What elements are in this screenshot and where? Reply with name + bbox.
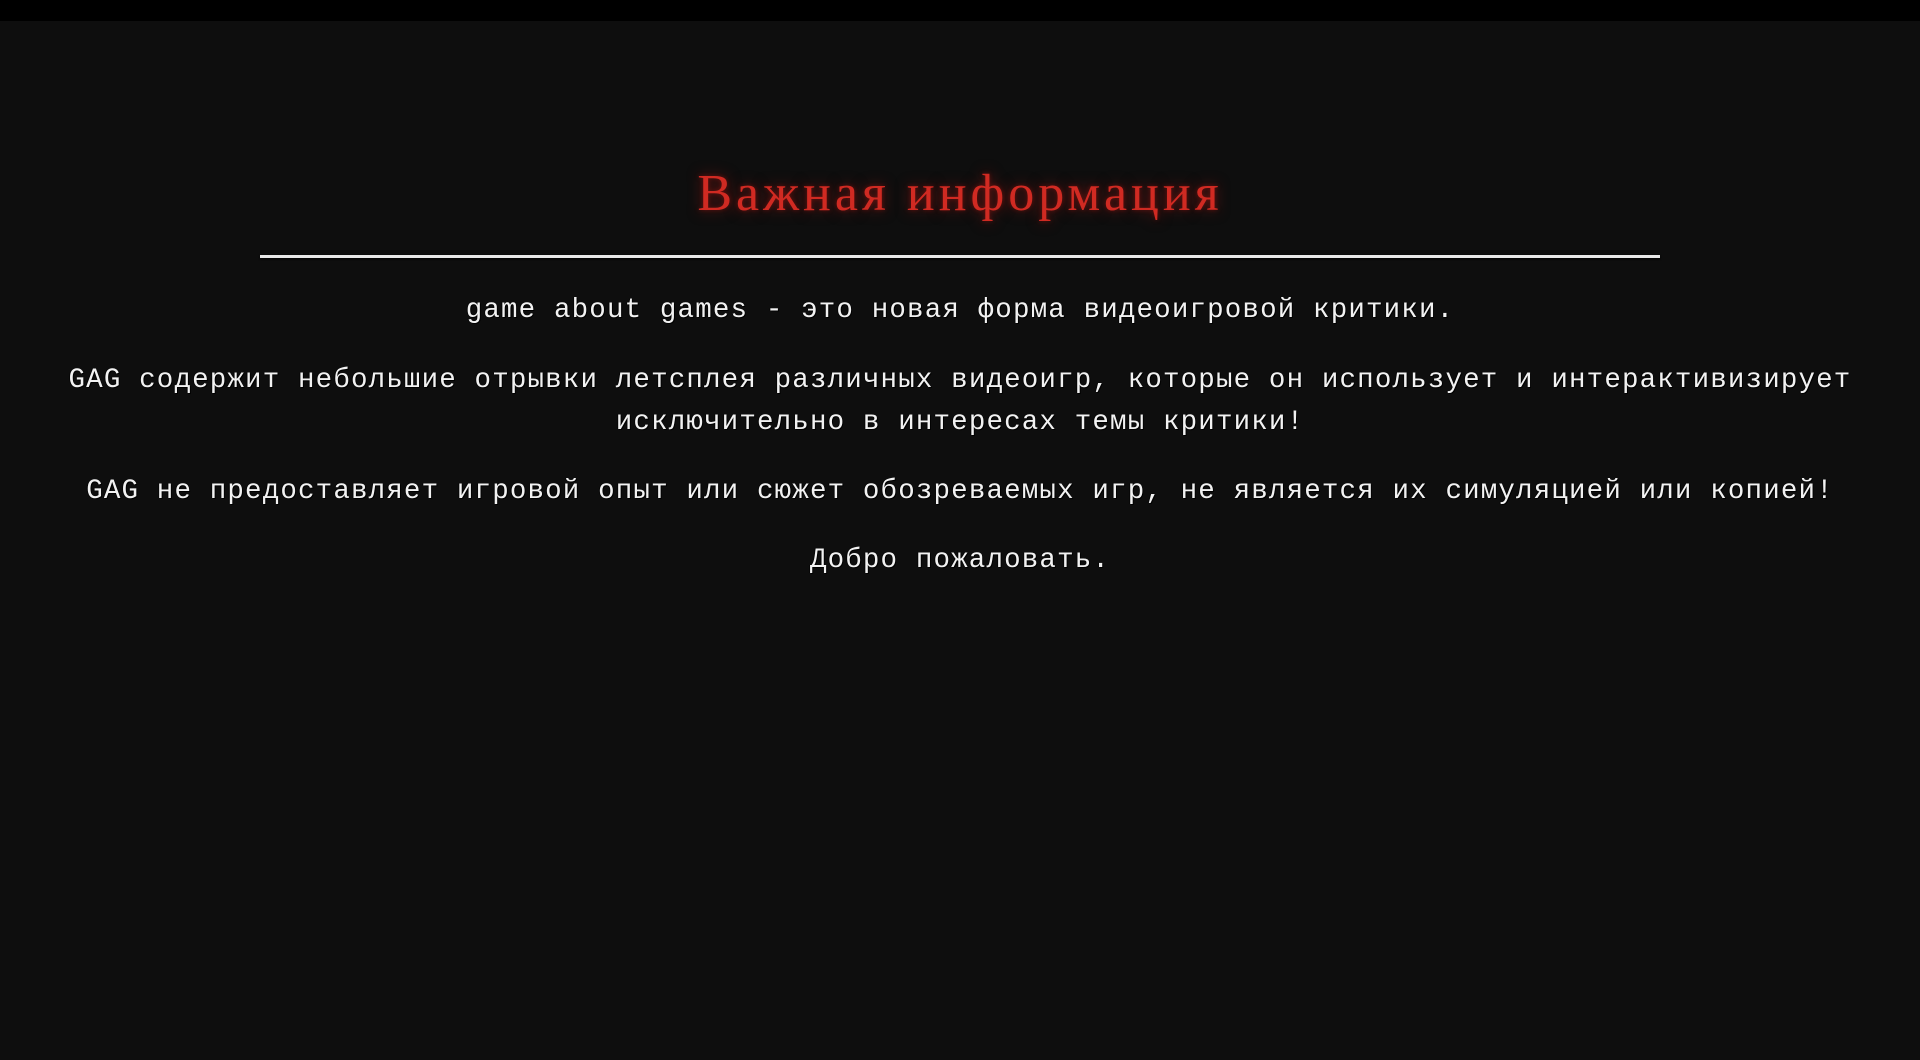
page-title: Важная информация (697, 165, 1223, 222)
panel-body: game about games - это новая форма видео… (0, 290, 1920, 582)
info-paragraph-intro: game about games - это новая форма видео… (465, 294, 1455, 326)
info-screen: Важная информация game about games - это… (0, 21, 1920, 1060)
info-paragraph-disclaimer: GAG не предоставляет игровой опыт или сю… (86, 475, 1834, 507)
letterbox-bar-top (0, 0, 1920, 21)
important-information-panel: Важная информация game about games - это… (0, 21, 1920, 582)
title-divider (260, 254, 1660, 258)
info-paragraph-welcome: Добро пожаловать. (809, 544, 1111, 576)
info-paragraph-footage-usage: GAG содержит небольшие отрывки летсплея … (68, 364, 1852, 438)
